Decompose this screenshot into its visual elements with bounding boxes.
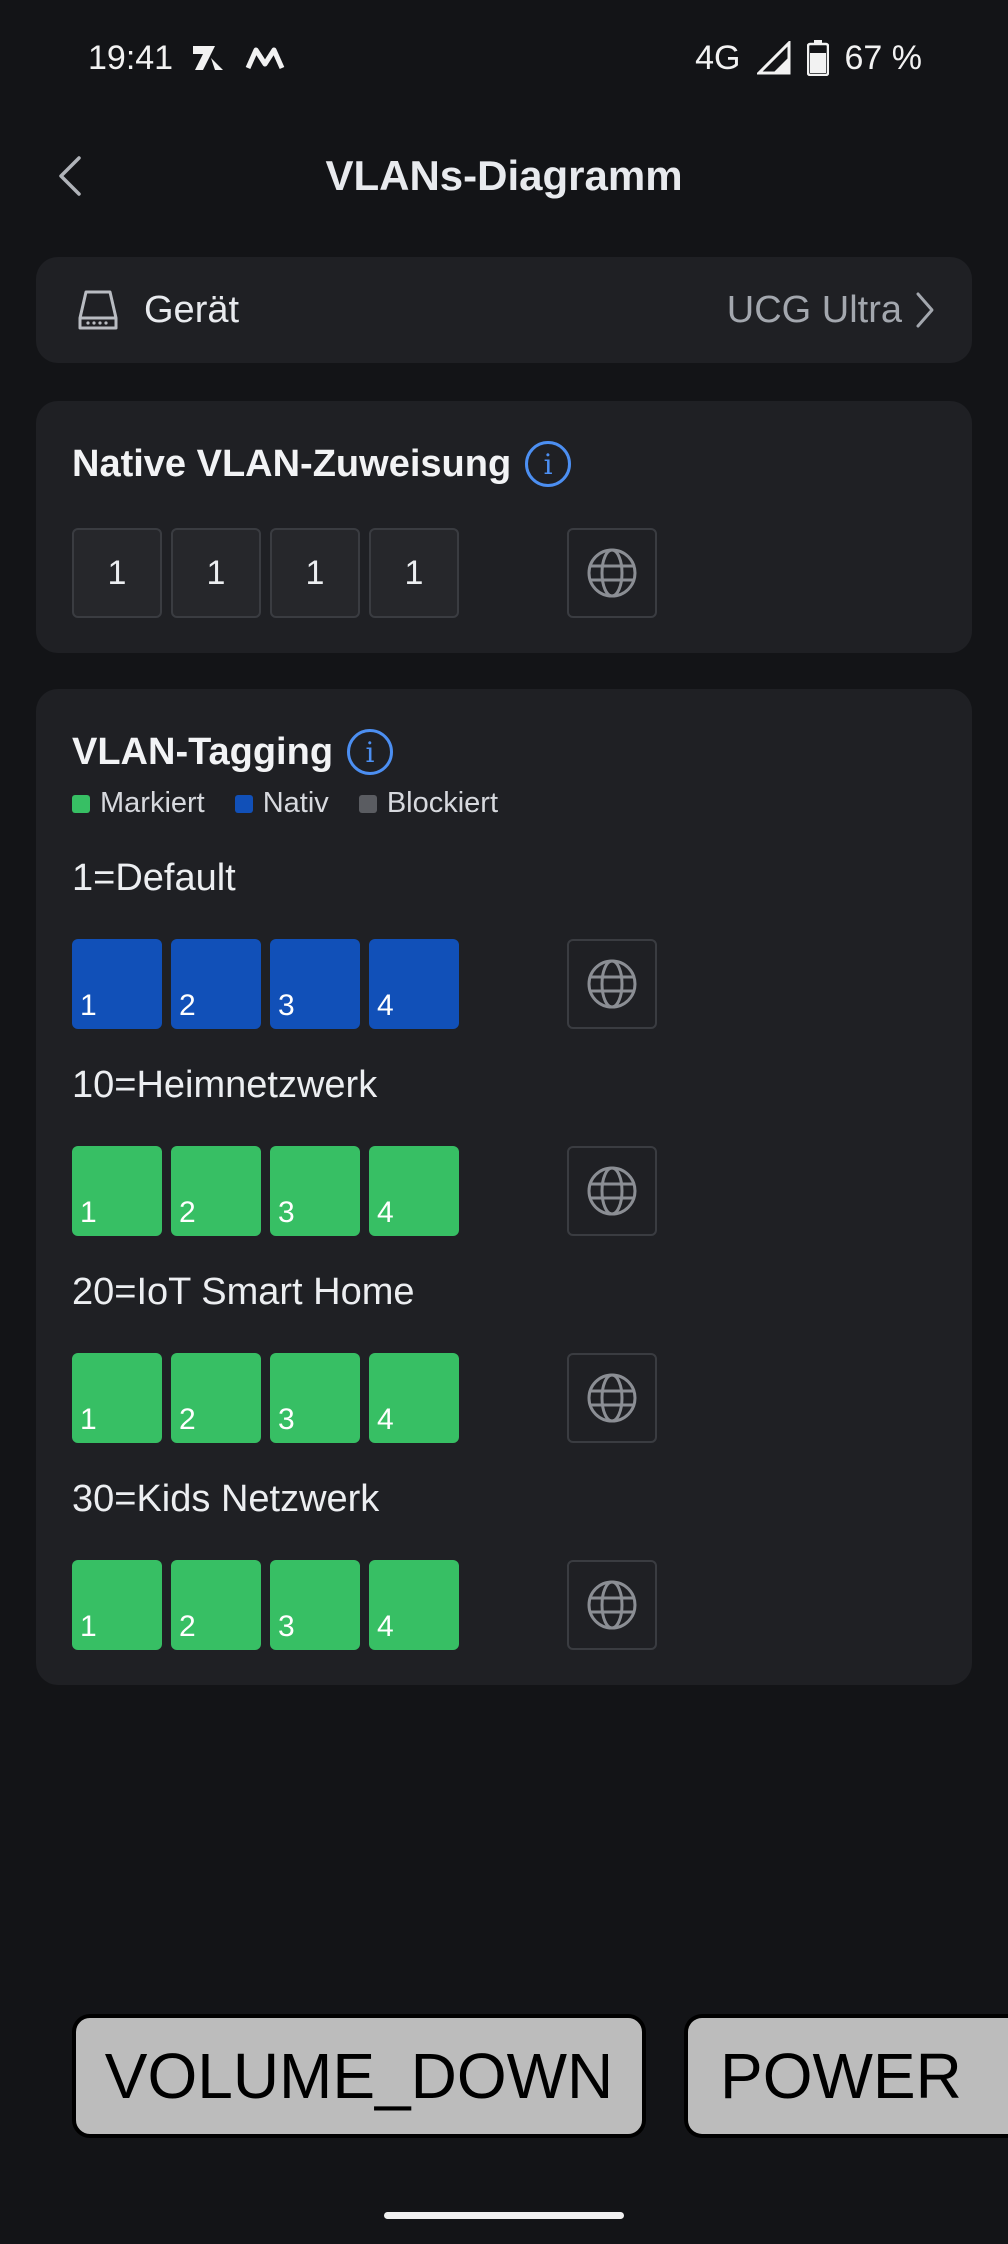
native-port-1[interactable]: 1: [72, 528, 162, 618]
port-number: 4: [377, 1196, 394, 1229]
port-number: 2: [179, 1196, 196, 1229]
vlan-name-iot-smart-home: 20=IoT Smart Home: [72, 1271, 415, 1313]
app-notification-icon-2: [245, 47, 285, 70]
device-selector[interactable]: Gerät UCG Ultra: [36, 257, 972, 363]
info-icon[interactable]: i: [525, 441, 572, 487]
legend-swatch-native: [234, 794, 253, 813]
vlan-port[interactable]: 4: [369, 1560, 459, 1650]
vlan-port[interactable]: 1: [72, 1353, 162, 1443]
status-time: 19:41: [88, 38, 174, 77]
vlan-wan-port[interactable]: [567, 1146, 657, 1236]
signal-icon: [756, 41, 790, 75]
native-wan-port[interactable]: [567, 528, 657, 618]
chevron-left-icon: [59, 156, 81, 196]
port-number: 3: [278, 1196, 295, 1229]
vlan-port[interactable]: 1: [72, 939, 162, 1029]
vlan-port[interactable]: 1: [72, 1146, 162, 1236]
vlan-port-row-heimnetzwerk: 1 2 3 4: [72, 1146, 459, 1236]
native-port-2[interactable]: 1: [171, 528, 261, 618]
power-button[interactable]: POWER: [684, 2014, 1008, 2138]
status-bar: 19:41 4G 67 %: [0, 0, 1008, 116]
port-number: 4: [377, 989, 394, 1022]
vlan-port[interactable]: 3: [270, 1560, 360, 1650]
battery-icon: [806, 40, 829, 76]
vlan-name-default: 1=Default: [72, 857, 236, 899]
vlan-port[interactable]: 3: [270, 1353, 360, 1443]
home-indicator[interactable]: [384, 2212, 624, 2219]
port-number: 2: [179, 1610, 196, 1643]
page-title: VLANs-Diagramm: [325, 152, 683, 199]
vlan-wan-port[interactable]: [567, 1560, 657, 1650]
info-icon[interactable]: i: [347, 729, 394, 775]
app-header: VLANs-Diagramm: [0, 130, 1008, 222]
vlan-port[interactable]: 2: [171, 1353, 261, 1443]
legend-label-native: Nativ: [262, 787, 329, 819]
legend-swatch-blocked: [358, 794, 377, 813]
vlan-port-row-kids-netzwerk: 1 2 3 4: [72, 1560, 459, 1650]
globe-icon: [587, 1166, 637, 1216]
vlan-tagging-title-row: VLAN-Tagging i: [72, 729, 394, 775]
vlan-port-row-default: 1 2 3 4: [72, 939, 459, 1029]
port-number: 4: [377, 1610, 394, 1643]
vlan-port[interactable]: 2: [171, 1146, 261, 1236]
vlan-port-row-iot-smart-home: 1 2 3 4: [72, 1353, 459, 1443]
vlan-port[interactable]: 4: [369, 1146, 459, 1236]
port-number: 1: [80, 1403, 97, 1436]
volume-down-button[interactable]: VOLUME_DOWN: [72, 2014, 646, 2138]
vlan-tagging-title: VLAN-Tagging: [72, 730, 334, 773]
vlan-port[interactable]: 2: [171, 939, 261, 1029]
legend-swatch-tagged: [72, 794, 90, 813]
port-number: 4: [377, 1403, 394, 1436]
port-number: 2: [179, 989, 196, 1022]
vlan-port[interactable]: 2: [171, 1560, 261, 1650]
vlan-name-heimnetzwerk: 10=Heimnetzwerk: [72, 1064, 378, 1106]
vlan-name-kids-netzwerk: 30=Kids Netzwerk: [72, 1478, 380, 1520]
native-port-row: 1 1 1 1: [72, 528, 459, 618]
port-number: 3: [278, 989, 295, 1022]
native-port-3[interactable]: 1: [270, 528, 360, 618]
legend-label-blocked: Blockiert: [386, 787, 499, 819]
back-button[interactable]: [40, 146, 100, 206]
vlan-wan-port[interactable]: [567, 1353, 657, 1443]
legend-item-blocked: Blockiert: [358, 787, 499, 820]
globe-icon: [587, 1580, 637, 1630]
port-number: 1: [80, 1610, 97, 1643]
legend-item-tagged: Markiert: [72, 787, 205, 820]
router-icon: [78, 290, 118, 330]
legend: Markiert Nativ Blockiert: [72, 787, 498, 820]
globe-icon: [587, 548, 637, 598]
vlan-port[interactable]: 3: [270, 1146, 360, 1236]
power-button-label: POWER: [720, 2040, 962, 2112]
vlan-port[interactable]: 4: [369, 1353, 459, 1443]
native-vlan-title: Native VLAN-Zuweisung: [72, 442, 512, 485]
native-port-4[interactable]: 1: [369, 528, 459, 618]
port-number: 2: [179, 1403, 196, 1436]
vlan-wan-port[interactable]: [567, 939, 657, 1029]
vlan-port[interactable]: 3: [270, 939, 360, 1029]
vlan-port[interactable]: 1: [72, 1560, 162, 1650]
native-vlan-title-row: Native VLAN-Zuweisung i: [72, 441, 572, 487]
app-notification-icon: [193, 46, 224, 70]
port-number: 3: [278, 1403, 295, 1436]
legend-label-tagged: Markiert: [100, 787, 205, 819]
port-number: 3: [278, 1610, 295, 1643]
native-vlan-card: Native VLAN-Zuweisung i 1 1 1 1: [36, 401, 972, 653]
legend-item-native: Nativ: [234, 787, 329, 820]
vlan-port[interactable]: 4: [369, 939, 459, 1029]
network-type: 4G: [695, 38, 741, 77]
device-label: Gerät: [144, 288, 240, 331]
globe-icon: [587, 1373, 637, 1423]
vlan-tagging-card: VLAN-Tagging i Markiert Nativ Blockiert …: [36, 689, 972, 1685]
chevron-right-icon: [916, 292, 934, 328]
port-number: 1: [80, 989, 97, 1022]
globe-icon: [587, 959, 637, 1009]
battery-level: 67 %: [844, 38, 923, 77]
port-number: 1: [80, 1196, 97, 1229]
device-value: UCG Ultra: [726, 288, 902, 331]
